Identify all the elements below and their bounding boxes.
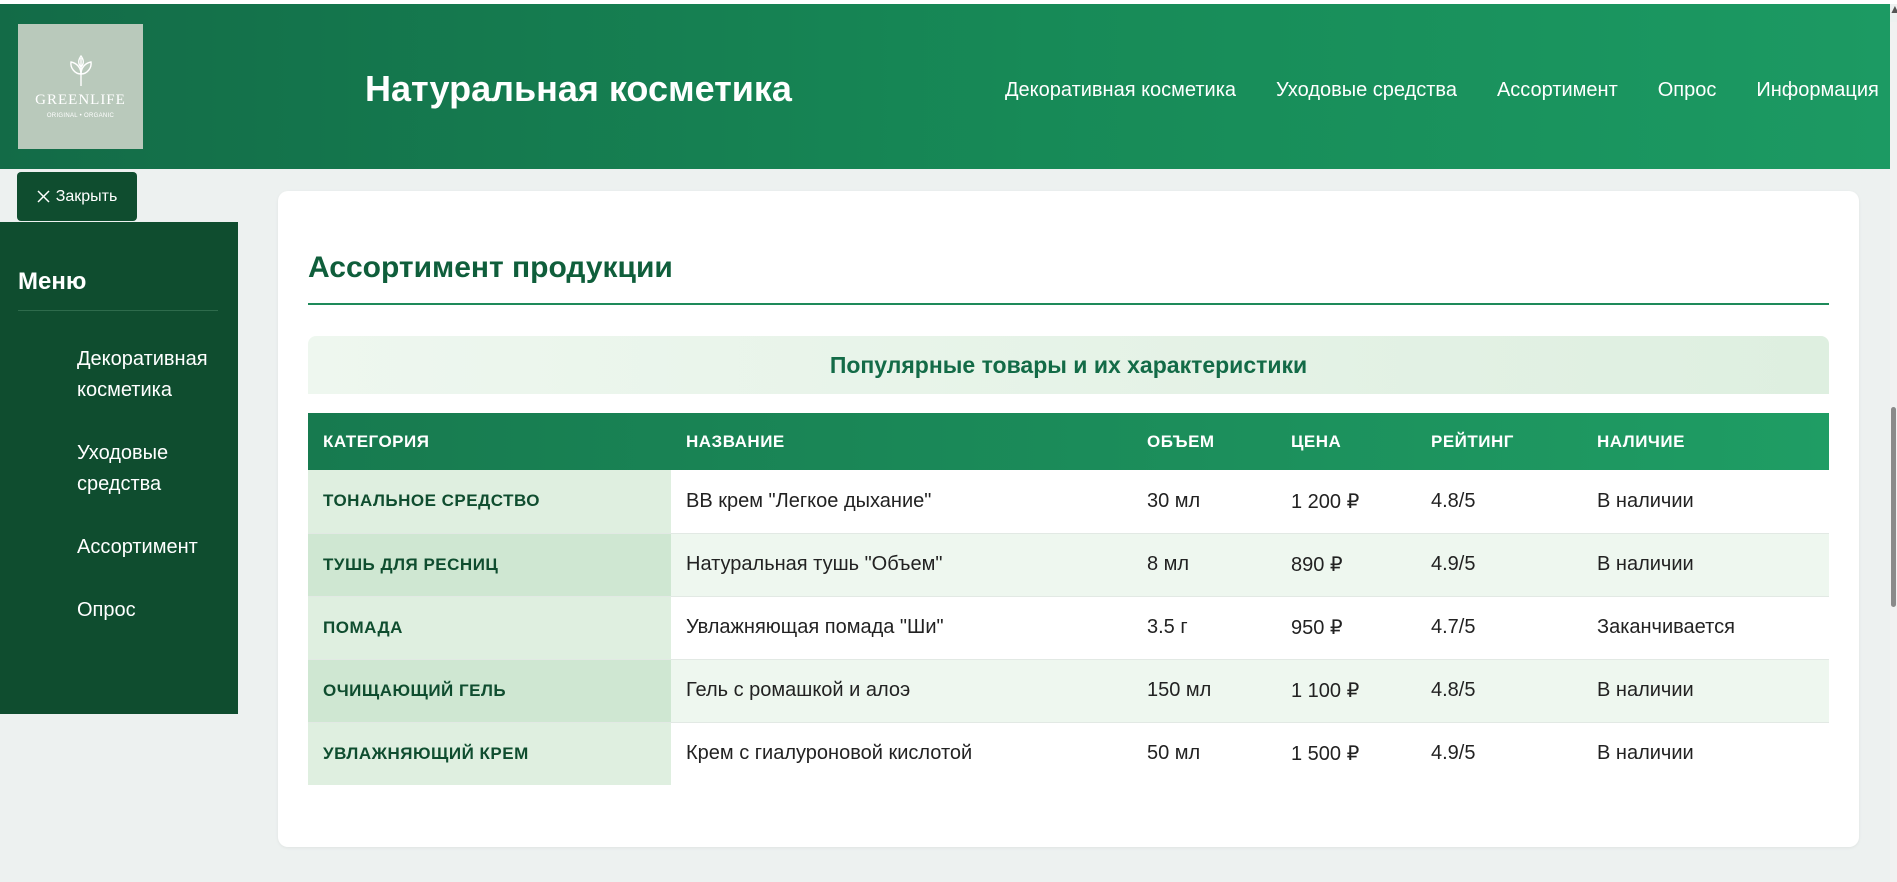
column-header-price: ЦЕНА (1291, 431, 1342, 451)
column-header-category: КАТЕГОРИЯ (323, 431, 430, 451)
cell-name: BB крем "Легкое дыхание" (671, 470, 1132, 534)
cell-price: 950 ₽ (1276, 596, 1416, 660)
sidebar-item-assortment[interactable]: Ассортимент (77, 532, 227, 563)
cell-category: ТОНАЛЬНОЕ СРЕДСТВО (308, 470, 671, 534)
table-row: ПОМАДА Увлажняющая помада "Ши" 3.5 г 950… (308, 596, 1829, 660)
cell-availability: В наличии (1582, 659, 1829, 723)
cell-category: ОЧИЩАЮЩИЙ ГЕЛЬ (308, 659, 671, 723)
table-row: ТОНАЛЬНОЕ СРЕДСТВО BB крем "Легкое дыхан… (308, 470, 1829, 534)
cell-rating: 4.9/5 (1431, 742, 1476, 765)
close-menu-button[interactable]: Закрыть (17, 172, 137, 221)
cell-rating: 4.7/5 (1416, 596, 1582, 660)
nav-link-info[interactable]: Информация (1756, 79, 1878, 102)
close-menu-label: Закрыть (55, 187, 118, 205)
top-navigation: Декоративная косметика Уходовые средства… (1005, 79, 1879, 102)
cell-availability: В наличии (1582, 470, 1829, 534)
cell-price: 1 100 ₽ (1276, 659, 1416, 723)
page-scrollbar[interactable] (1890, 22, 1897, 882)
column-header-volume: ОБЪЕМ (1147, 431, 1215, 451)
cell-name: Натуральная тушь "Объем" (671, 533, 1132, 597)
nav-link-decorative[interactable]: Декоративная косметика (1005, 79, 1236, 102)
table-header-row: КАТЕГОРИЯ НАЗВАНИЕ ОБЪЕМ ЦЕНА РЕЙТИНГ НА… (308, 413, 1829, 470)
close-icon (37, 190, 50, 203)
logo-tagline: ORIGINAL • ORGANIC (46, 113, 115, 119)
nav-link-care[interactable]: Уходовые средства (1276, 79, 1457, 102)
sidebar-list: Декоративная косметика Уходовые средства… (77, 344, 227, 658)
column-header-availability: НАЛИЧИЕ (1597, 431, 1685, 451)
nav-link-assortment[interactable]: Ассортимент (1497, 79, 1618, 102)
sidebar-menu: Меню Декоративная косметика Уходовые сре… (0, 222, 238, 714)
products-table: КАТЕГОРИЯ НАЗВАНИЕ ОБЪЕМ ЦЕНА РЕЙТИНГ НА… (308, 413, 1829, 785)
cell-name: Гель с ромашкой и алоэ (671, 659, 1132, 723)
table-caption: Популярные товары и их характеристики (308, 336, 1829, 394)
page-title: Ассортимент продукции (308, 251, 673, 284)
assortment-card: Ассортимент продукции Популярные товары … (278, 191, 1859, 847)
table-row: ТУШЬ ДЛЯ РЕСНИЦ Натуральная тушь "Объем"… (308, 533, 1829, 597)
cell-name: Крем с гиалуроновой кислотой (686, 742, 973, 765)
cell-price: 890 ₽ (1276, 533, 1416, 597)
site-title: Натуральная косметика (365, 68, 792, 109)
menu-title: Меню (18, 268, 87, 295)
cell-volume: 30 мл (1132, 470, 1276, 534)
cell-availability: В наличии (1597, 742, 1694, 765)
table-row: УВЛАЖНЯЮЩИЙ КРЕМ Крем с гиалуроновой кис… (308, 722, 1829, 785)
cell-rating: 4.8/5 (1416, 659, 1582, 723)
cell-volume: 3.5 г (1132, 596, 1276, 660)
cell-volume: 50 мл (1147, 742, 1201, 765)
cell-name: Увлажняющая помада "Ши" (671, 596, 1132, 660)
sidebar-item-decorative[interactable]: Декоративная косметика (77, 344, 227, 406)
table-row: ОЧИЩАЮЩИЙ ГЕЛЬ Гель с ромашкой и алоэ 15… (308, 659, 1829, 723)
site-header: GREENLIFE ORIGINAL • ORGANIC Натуральная… (0, 4, 1890, 169)
scroll-up-arrow-icon[interactable]: ▲ (1889, 2, 1897, 20)
cell-category: ПОМАДА (308, 596, 671, 660)
cell-price: 1 200 ₽ (1276, 470, 1416, 534)
title-divider (308, 303, 1829, 305)
cell-rating: 4.9/5 (1416, 533, 1582, 597)
cell-price: 1 500 ₽ (1291, 743, 1360, 766)
nav-link-survey[interactable]: Опрос (1658, 79, 1717, 102)
cell-volume: 150 мл (1132, 659, 1276, 723)
logo-brand: GREENLIFE (35, 92, 126, 108)
sidebar-item-care[interactable]: Уходовые средства (77, 438, 227, 500)
column-header-name: НАЗВАНИЕ (686, 431, 785, 451)
site-logo[interactable]: GREENLIFE ORIGINAL • ORGANIC (18, 24, 143, 149)
cell-rating: 4.8/5 (1416, 470, 1582, 534)
menu-divider (18, 310, 218, 311)
cell-availability: Заканчивается (1582, 596, 1829, 660)
cell-category: ТУШЬ ДЛЯ РЕСНИЦ (308, 533, 671, 597)
sidebar-item-survey[interactable]: Опрос (77, 595, 227, 626)
cell-availability: В наличии (1582, 533, 1829, 597)
scrollbar-thumb[interactable] (1891, 407, 1896, 607)
cell-category: УВЛАЖНЯЮЩИЙ КРЕМ (308, 722, 671, 785)
leaf-icon (69, 54, 92, 87)
column-header-rating: РЕЙТИНГ (1431, 431, 1514, 451)
cell-volume: 8 мл (1132, 533, 1276, 597)
